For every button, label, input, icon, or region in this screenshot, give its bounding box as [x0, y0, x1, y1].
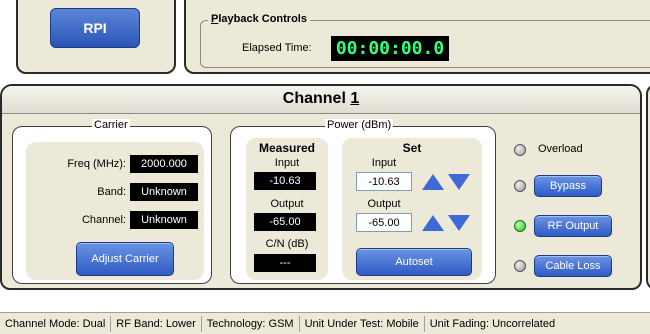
status-unit-under-test: Unit Under Test: Mobile — [300, 315, 425, 332]
bypass-led-icon — [514, 180, 526, 192]
channel-value: Unknown — [130, 211, 198, 229]
input-down-arrow-icon[interactable] — [448, 174, 470, 190]
measured-output-label: Output — [270, 198, 304, 210]
elapsed-time-display: 00:00:00.0 — [331, 36, 449, 61]
band-value: Unknown — [130, 183, 198, 201]
elapsed-time-label: Elapsed Time: — [242, 42, 312, 54]
channel-label: Channel: — [81, 214, 126, 226]
rpi-button[interactable]: RPI — [50, 8, 140, 48]
measured-input-value: -10.63 — [254, 172, 316, 190]
cn-label: C/N (dB) — [265, 238, 309, 250]
cn-value: --- — [254, 254, 316, 272]
bypass-button[interactable]: Bypass — [534, 175, 602, 197]
measured-output-value: -65.00 — [254, 213, 316, 231]
set-output-label: Output — [367, 198, 401, 210]
rf-output-button[interactable]: RF Output — [534, 215, 612, 237]
cable-loss-button[interactable]: Cable Loss — [534, 255, 612, 277]
output-up-arrow-icon[interactable] — [422, 215, 444, 231]
measured-heading: Measured — [258, 141, 316, 155]
status-unit-fading: Unit Fading: Uncorrelated — [429, 317, 556, 330]
adjust-carrier-button[interactable]: Adjust Carrier — [76, 242, 174, 276]
input-up-arrow-icon[interactable] — [422, 174, 444, 190]
set-output-field[interactable]: -65.00 — [356, 213, 412, 232]
set-heading: Set — [402, 141, 422, 155]
status-bar: Channel Mode: Dual RF Band: Lower Techno… — [0, 312, 650, 334]
freq-value: 2000.000 — [130, 155, 198, 173]
adjacent-panel-edge — [646, 84, 650, 290]
band-label: Band: — [97, 186, 126, 198]
output-down-arrow-icon[interactable] — [448, 215, 470, 231]
autoset-button[interactable]: Autoset — [356, 248, 472, 276]
status-rf-band: RF Band: Lower — [111, 315, 202, 332]
status-channel-mode: Channel Mode: Dual — [0, 315, 112, 332]
rf-output-led-icon — [514, 220, 526, 232]
set-input-label: Input — [371, 157, 397, 169]
set-input-field[interactable]: -10.63 — [356, 172, 412, 191]
overload-label: Overload — [538, 143, 583, 155]
overload-led-icon — [514, 144, 526, 156]
carrier-legend: Carrier — [92, 119, 130, 131]
cable-loss-led-icon — [514, 260, 526, 272]
status-technology: Technology: GSM — [202, 315, 300, 332]
freq-label: Freq (MHz): — [67, 158, 126, 170]
status-separator — [0, 290, 650, 312]
power-legend: Power (dBm) — [325, 119, 394, 131]
channel-title: Channel 1 — [282, 90, 360, 107]
playback-controls-title: Playback Controls — [208, 13, 310, 25]
measured-input-label: Input — [274, 157, 300, 169]
